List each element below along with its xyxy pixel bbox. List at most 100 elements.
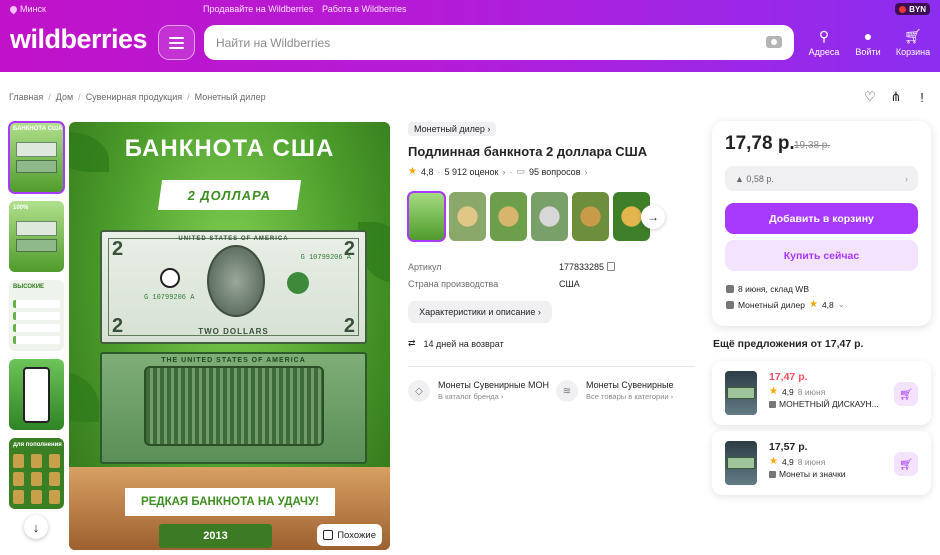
user-icon: ● — [863, 28, 873, 44]
other-offers-heading: Ещё предложения от 17,47 р. — [713, 338, 864, 350]
cart-icon: 🛒︎ — [904, 28, 922, 44]
price: 17,78 р. — [725, 133, 795, 154]
rating-row[interactable]: ★ 4,8 · 5 912 оценок › · ▭ 95 вопросов › — [408, 166, 587, 177]
tag-icon: ◇ — [408, 380, 430, 402]
star-icon: ★ — [808, 299, 818, 310]
nav-cart[interactable]: 🛒︎ Корзина — [893, 28, 933, 57]
similar-icon — [323, 530, 334, 540]
arrow-right-icon: → — [647, 210, 659, 224]
article-label: Артикул — [408, 262, 442, 272]
breadcrumb: Главная / Дом / Сувенирная продукция / Моне… — [9, 92, 266, 102]
variant-thumbnail[interactable] — [449, 192, 486, 241]
camera-icon[interactable] — [766, 36, 782, 48]
nav-addresses[interactable]: ⚲ Адреса — [804, 28, 844, 57]
arrow-down-icon: ↓ — [32, 519, 40, 535]
offer-seller: МОНЕТНЫЙ ДИСКАУН... — [779, 399, 879, 409]
seller-info[interactable]: Монетный дилер ★ 4,8 ⌄ — [726, 299, 845, 310]
thumbnail[interactable]: БАНКНОТА США — [8, 121, 65, 194]
offer-price: 17,47 р. — [769, 371, 808, 383]
offer-price: 17,57 р. — [769, 441, 808, 453]
variant-list — [407, 191, 650, 242]
wallet-discount: ▲ 0,58 р. — [735, 173, 774, 184]
map-pin-icon: ⚲ — [818, 28, 830, 44]
logo[interactable]: wildberries — [10, 24, 148, 55]
offer-date: 8 июня — [797, 456, 826, 467]
burger-icon — [169, 36, 184, 39]
breadcrumb-item[interactable]: Сувенирная продукция — [86, 92, 182, 102]
delivery-info: 8 июня, склад WB — [726, 284, 809, 294]
breadcrumb-item[interactable]: Главная — [9, 92, 43, 102]
reviews-count[interactable]: 5 912 оценок — [444, 167, 498, 177]
warehouse-icon — [726, 285, 734, 293]
wallet-discount-row[interactable]: ▲ 0,58 р. › — [725, 166, 918, 191]
offer-card[interactable]: 17,47 р. ★ 4,9 8 июня МОНЕТНЫЙ ДИСКАУН... … — [712, 361, 931, 425]
share-icon[interactable]: ⋔ — [888, 89, 904, 105]
search-input[interactable] — [204, 25, 724, 60]
currency-label: BYN — [909, 4, 926, 14]
breadcrumb-item[interactable]: Монетный дилер — [195, 92, 266, 102]
article-value: 177833285 — [559, 262, 605, 272]
country-label: Страна производства — [408, 279, 499, 289]
thumbnail-list: БАНКНОТА США 100% ВЫСОКИЕ для пополнения — [8, 121, 65, 517]
country-value: США — [559, 279, 580, 289]
variant-thumbnail[interactable] — [490, 192, 527, 241]
heart-icon[interactable]: ♡ — [862, 89, 878, 105]
sell-link[interactable]: Продавайте на Wildberries — [203, 4, 313, 14]
copy-icon[interactable] — [607, 262, 616, 271]
nav-label: Войти — [855, 47, 881, 57]
return-info: ⇄ 14 дней на возврат — [408, 338, 504, 349]
offer-date: 8 июня — [797, 386, 826, 397]
thumbnail[interactable] — [9, 359, 64, 430]
product-title: Подлинная банкнота 2 доллара США — [408, 144, 648, 159]
location-pin-icon — [8, 4, 19, 14]
similar-button[interactable]: Похожие — [317, 524, 382, 546]
product-main-image[interactable]: БАНКНОТА США 2 ДОЛЛАРА UNITED STATES OF … — [69, 122, 390, 550]
scroll-down-button[interactable]: ↓ — [24, 515, 48, 539]
currency-selector[interactable]: BYN — [895, 3, 930, 15]
layers-icon: ≋ — [556, 380, 578, 402]
nav-login[interactable]: ● Войти — [848, 28, 888, 57]
nav-label: Корзина — [895, 47, 931, 57]
variant-thumbnail[interactable] — [572, 192, 609, 241]
similar-label: Похожие — [337, 529, 376, 541]
rating-value: 4,8 — [420, 166, 434, 177]
country-row: Страна производства США — [408, 279, 580, 289]
offer-add-to-cart-button[interactable]: 🛒︎ — [894, 452, 918, 476]
menu-button[interactable] — [158, 25, 195, 60]
image-title: БАНКНОТА США — [124, 135, 335, 162]
thumbnail[interactable]: для пополнения — [9, 438, 64, 509]
image-year: 2013 — [159, 524, 272, 548]
brand-link[interactable]: Монетный дилер › — [408, 122, 497, 136]
add-to-cart-button[interactable]: Добавить в корзину — [725, 203, 918, 234]
offer-rating: 4,9 — [781, 386, 794, 397]
image-tag: 2 ДОЛЛАРА — [157, 180, 302, 210]
offer-card[interactable]: 17,57 р. ★ 4,9 8 июня Монеты и значки 🛒︎ — [712, 431, 931, 495]
variant-thumbnail[interactable] — [407, 191, 446, 242]
offer-image — [725, 441, 757, 485]
buy-box: 17,78 р. 19,38 р. ▲ 0,58 р. › Добавить в… — [712, 121, 931, 326]
buy-now-button[interactable]: Купить сейчас — [725, 240, 918, 271]
questions-icon: ▭ — [516, 166, 525, 176]
thumbnail[interactable]: 100% — [9, 201, 64, 272]
image-ribbon: РЕДКАЯ БАНКНОТА НА УДАЧУ! — [125, 488, 335, 516]
report-icon[interactable]: ! — [914, 89, 930, 105]
details-button[interactable]: Характеристики и описание › — [408, 301, 552, 323]
jobs-link[interactable]: Работа в Wildberries — [322, 4, 407, 14]
brand-catalog-link[interactable]: ◇ Монеты Сувенирные МОН В каталог бренда… — [408, 380, 549, 402]
breadcrumb-item[interactable]: Дом — [56, 92, 73, 102]
star-icon: ★ — [769, 456, 778, 467]
city-label: Минск — [20, 4, 46, 14]
category-link[interactable]: ≋ Монеты Сувенирные Все товары в категор… — [556, 380, 674, 402]
city-selector[interactable]: Минск — [8, 4, 46, 14]
return-label: 14 дней на возврат — [423, 338, 504, 349]
thumbnail[interactable]: ВЫСОКИЕ — [9, 280, 64, 351]
variants-next-button[interactable]: → — [641, 205, 665, 229]
questions-count[interactable]: 95 вопросов — [529, 167, 580, 177]
variant-thumbnail[interactable] — [531, 192, 568, 241]
site-header: Минск Продавайте на Wildberries Работа в… — [0, 0, 940, 72]
cart-icon: 🛒︎ — [899, 458, 913, 471]
shop-icon — [726, 300, 734, 309]
brand-catalog-title: Монеты Сувенирные МОН — [438, 380, 550, 390]
offer-add-to-cart-button[interactable]: 🛒︎ — [894, 382, 918, 406]
seller-rating: 4,8 — [821, 299, 834, 310]
